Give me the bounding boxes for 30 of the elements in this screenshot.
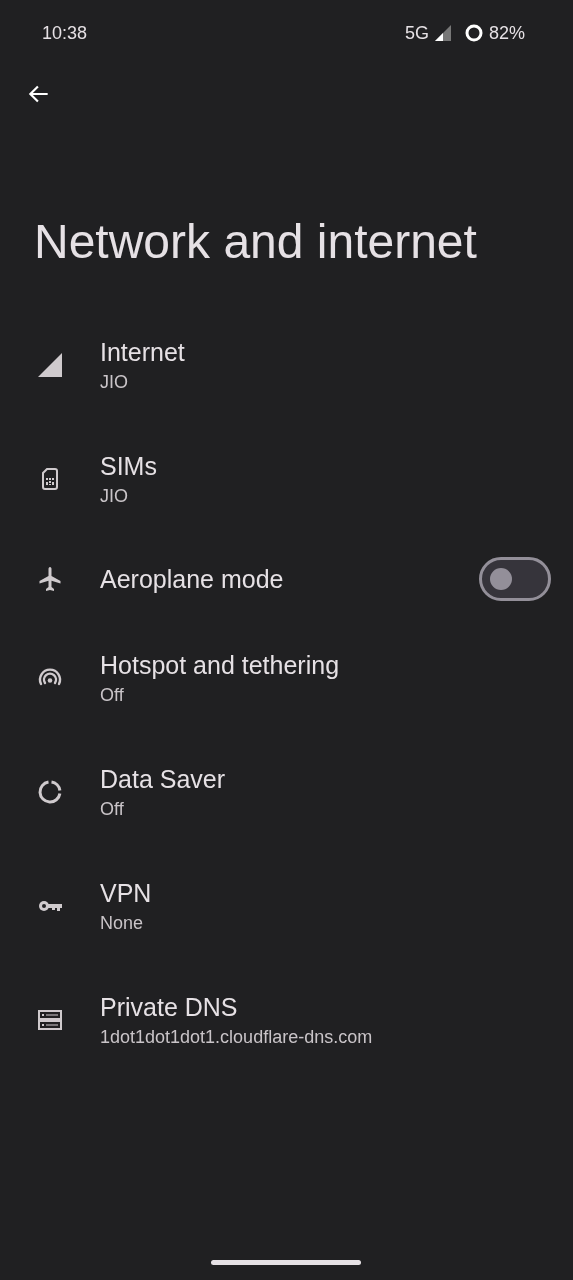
- item-title: SIMs: [100, 451, 158, 482]
- settings-item[interactable]: Data Saver Off: [0, 735, 573, 849]
- item-subtitle: JIO: [100, 485, 129, 508]
- settings-item[interactable]: SIMs JIO: [0, 422, 573, 536]
- signal-icon: [36, 351, 64, 379]
- settings-item[interactable]: Internet JIO: [0, 308, 573, 422]
- item-subtitle: Off: [100, 798, 125, 821]
- airplane-icon: [36, 564, 64, 593]
- data-saver-icon: [36, 778, 64, 806]
- settings-item[interactable]: Private DNS 1dot1dot1dot1.cloudflare-dns.com: [0, 963, 573, 1077]
- page-title: Network and internet: [34, 216, 478, 268]
- item-subtitle: 1dot1dot1dot1.cloudflare-dns.com: [100, 1026, 374, 1049]
- settings-item[interactable]: Hotspot and tethering Off: [0, 621, 573, 735]
- network-type: 5G: [404, 21, 429, 45]
- item-subtitle: JIO: [100, 371, 129, 394]
- settings-item[interactable]: VPN None: [0, 849, 573, 963]
- clock-time: 10:38: [42, 21, 88, 45]
- item-title: VPN: [100, 878, 153, 909]
- item-title: Private DNS: [100, 992, 239, 1023]
- toggle-switch[interactable]: [479, 556, 551, 601]
- item-title: Hotspot and tethering: [100, 650, 341, 681]
- item-title: Data Saver: [100, 764, 227, 795]
- settings-item[interactable]: Aeroplane mode: [0, 536, 573, 621]
- item-subtitle: None: [100, 912, 145, 935]
- item-title: Internet: [100, 337, 186, 368]
- item-subtitle: Off: [100, 684, 125, 707]
- battery-percentage: 82%: [488, 21, 525, 45]
- battery-ring-icon: [464, 24, 483, 42]
- signal-icon: [434, 25, 451, 41]
- item-title: Aeroplane mode: [100, 563, 285, 595]
